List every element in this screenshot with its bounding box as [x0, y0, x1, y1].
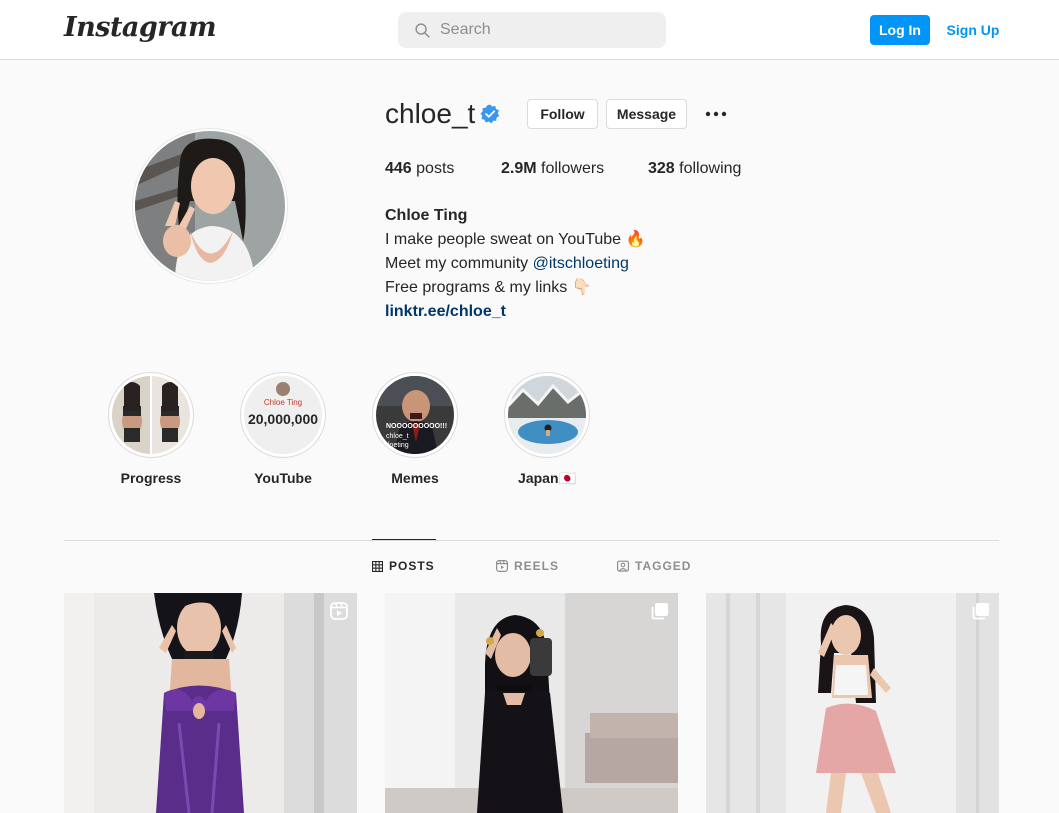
highlight-cover-japan	[508, 376, 586, 454]
bio-external-link[interactable]: linktr.ee/chloe_t	[385, 300, 645, 324]
carousel-badge-icon	[972, 603, 989, 620]
search-input[interactable]	[440, 12, 655, 48]
tabs-divider	[64, 540, 999, 541]
posts-stat: 446 posts	[385, 160, 454, 178]
highlight-cover-memes: NOOOOOOOOO!!! chloe_t loeting	[376, 376, 454, 454]
highlight-ring: NOOOOOOOOO!!! chloe_t loeting	[372, 372, 458, 458]
instagram-logo[interactable]: Instagram	[64, 12, 217, 43]
tab-label: TAGGED	[635, 559, 692, 573]
more-options-icon[interactable]	[704, 104, 728, 124]
youtube-cover-name: Chloe Ting	[263, 398, 303, 407]
profile-avatar[interactable]	[133, 129, 287, 283]
top-nav: Instagram Log In Sign Up	[0, 0, 1059, 60]
bio-line-text: Meet my community	[385, 255, 533, 272]
reels-badge-icon	[330, 602, 348, 620]
bio-line: Free programs & my links 👇🏻	[385, 279, 592, 296]
search-bar[interactable]	[398, 12, 666, 48]
reels-icon	[496, 560, 508, 572]
post-tile[interactable]	[706, 593, 999, 813]
bio-mention-link[interactable]: @itschloeting	[533, 255, 629, 272]
signup-button[interactable]: Sign Up	[940, 15, 1006, 45]
following-stat[interactable]: 328 following	[648, 160, 741, 178]
carousel-badge-icon	[651, 603, 668, 620]
bio-full-name: Chloe Ting	[385, 207, 468, 224]
bio-line: I make people sweat on YouTube 🔥	[385, 231, 646, 248]
followers-count: 2.9M	[501, 160, 537, 177]
post-image	[385, 593, 678, 813]
highlight-label: Progress	[120, 470, 182, 486]
memes-cover-tag: chloe_t	[386, 433, 409, 440]
verified-badge-icon	[480, 104, 500, 124]
highlight-label: YouTube	[254, 470, 312, 486]
bio-line: Meet my community @itschloeting	[385, 252, 645, 276]
tab-tagged[interactable]: TAGGED	[617, 559, 691, 573]
memes-cover-tag: loeting	[388, 442, 409, 449]
follow-button[interactable]: Follow	[527, 99, 598, 129]
memes-cover-caption: NOOOOOOOOO!!!	[386, 423, 448, 430]
tab-reels[interactable]: REELS	[496, 559, 559, 573]
posts-count: 446	[385, 160, 412, 177]
tagged-icon	[617, 560, 629, 572]
message-button[interactable]: Message	[606, 99, 687, 129]
profile-username: chloe_t	[385, 98, 476, 129]
highlight-ring: Chloe Ting 20,000,000	[240, 372, 326, 458]
search-icon	[415, 23, 430, 38]
posts-label: posts	[416, 160, 455, 177]
highlight-label: Memes	[391, 470, 439, 486]
post-tile[interactable]	[64, 593, 357, 813]
youtube-cover-count: 20,000,000	[247, 411, 319, 427]
highlight-japan[interactable]: Japan🇯🇵	[504, 372, 590, 487]
post-tile[interactable]	[385, 593, 678, 813]
active-tab-indicator	[372, 539, 436, 540]
followers-label: followers	[541, 160, 605, 177]
followers-stat[interactable]: 2.9M followers	[501, 160, 604, 178]
tab-label: POSTS	[389, 559, 435, 573]
login-button[interactable]: Log In	[870, 15, 930, 45]
highlight-ring	[108, 372, 194, 458]
tab-label: REELS	[514, 559, 560, 573]
following-label: following	[679, 160, 742, 177]
post-image	[706, 593, 999, 813]
highlight-memes[interactable]: NOOOOOOOOO!!! chloe_t loeting Memes	[372, 372, 458, 486]
post-image	[64, 593, 357, 813]
following-count: 328	[648, 160, 675, 177]
highlight-ring	[504, 372, 590, 458]
highlight-cover-youtube: Chloe Ting 20,000,000	[244, 376, 322, 454]
grid-icon	[372, 560, 383, 572]
highlight-youtube[interactable]: Chloe Ting 20,000,000 YouTube	[240, 372, 326, 486]
highlight-label: Japan🇯🇵	[518, 470, 576, 486]
profile-bio: Chloe Ting I make people sweat on YouTub…	[385, 204, 645, 324]
tab-posts[interactable]: POSTS	[372, 559, 435, 573]
highlight-cover-progress	[112, 376, 190, 454]
highlight-progress[interactable]: Progress	[108, 372, 194, 486]
profile-photo	[135, 131, 285, 281]
